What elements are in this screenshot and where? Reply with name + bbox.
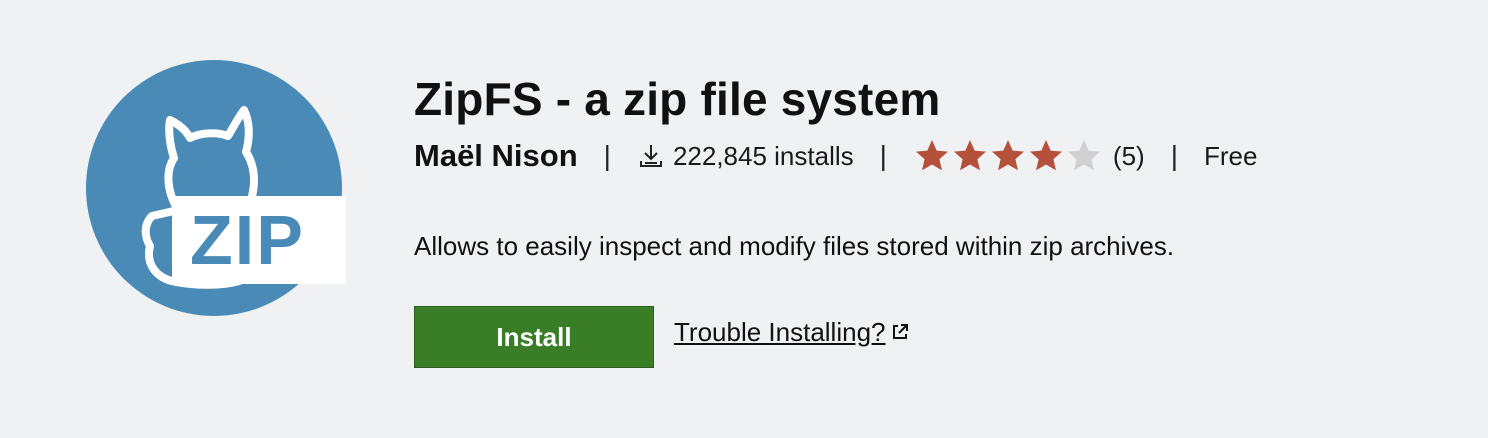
star-filled-icon bbox=[989, 137, 1027, 175]
separator: | bbox=[1170, 140, 1178, 171]
extension-logo: ZIP bbox=[86, 60, 346, 320]
extension-meta: Maël Nison | 222,845 installs | (5) | Fr… bbox=[414, 134, 1454, 178]
extension-description: Allows to easily inspect and modify file… bbox=[414, 231, 1175, 261]
external-link-icon bbox=[890, 322, 910, 342]
separator: | bbox=[879, 140, 887, 171]
download-icon bbox=[637, 142, 665, 170]
rating[interactable]: (5) bbox=[913, 137, 1145, 175]
rating-stars bbox=[913, 137, 1103, 175]
rating-count: (5) bbox=[1112, 140, 1145, 171]
price-label: Free bbox=[1203, 140, 1258, 171]
trouble-installing-link[interactable]: Trouble Installing? bbox=[674, 317, 910, 348]
actions-row: Install Trouble Installing? bbox=[414, 306, 1454, 368]
extension-title: ZipFS - a zip file system bbox=[414, 73, 941, 125]
install-button[interactable]: Install bbox=[414, 306, 654, 368]
install-count-text: 222,845 installs bbox=[672, 140, 854, 171]
trouble-installing-label: Trouble Installing? bbox=[674, 316, 886, 347]
star-filled-icon bbox=[913, 137, 951, 175]
star-empty-icon bbox=[1065, 137, 1103, 175]
star-filled-icon bbox=[951, 137, 989, 175]
install-count: 222,845 installs bbox=[637, 141, 854, 172]
separator: | bbox=[603, 140, 611, 171]
logo-zip-text: ZIP bbox=[190, 201, 305, 279]
extension-details: ZipFS - a zip file system Maël Nison | 2… bbox=[414, 70, 1454, 368]
publisher-name[interactable]: Maël Nison bbox=[414, 138, 578, 174]
star-filled-icon bbox=[1027, 137, 1065, 175]
